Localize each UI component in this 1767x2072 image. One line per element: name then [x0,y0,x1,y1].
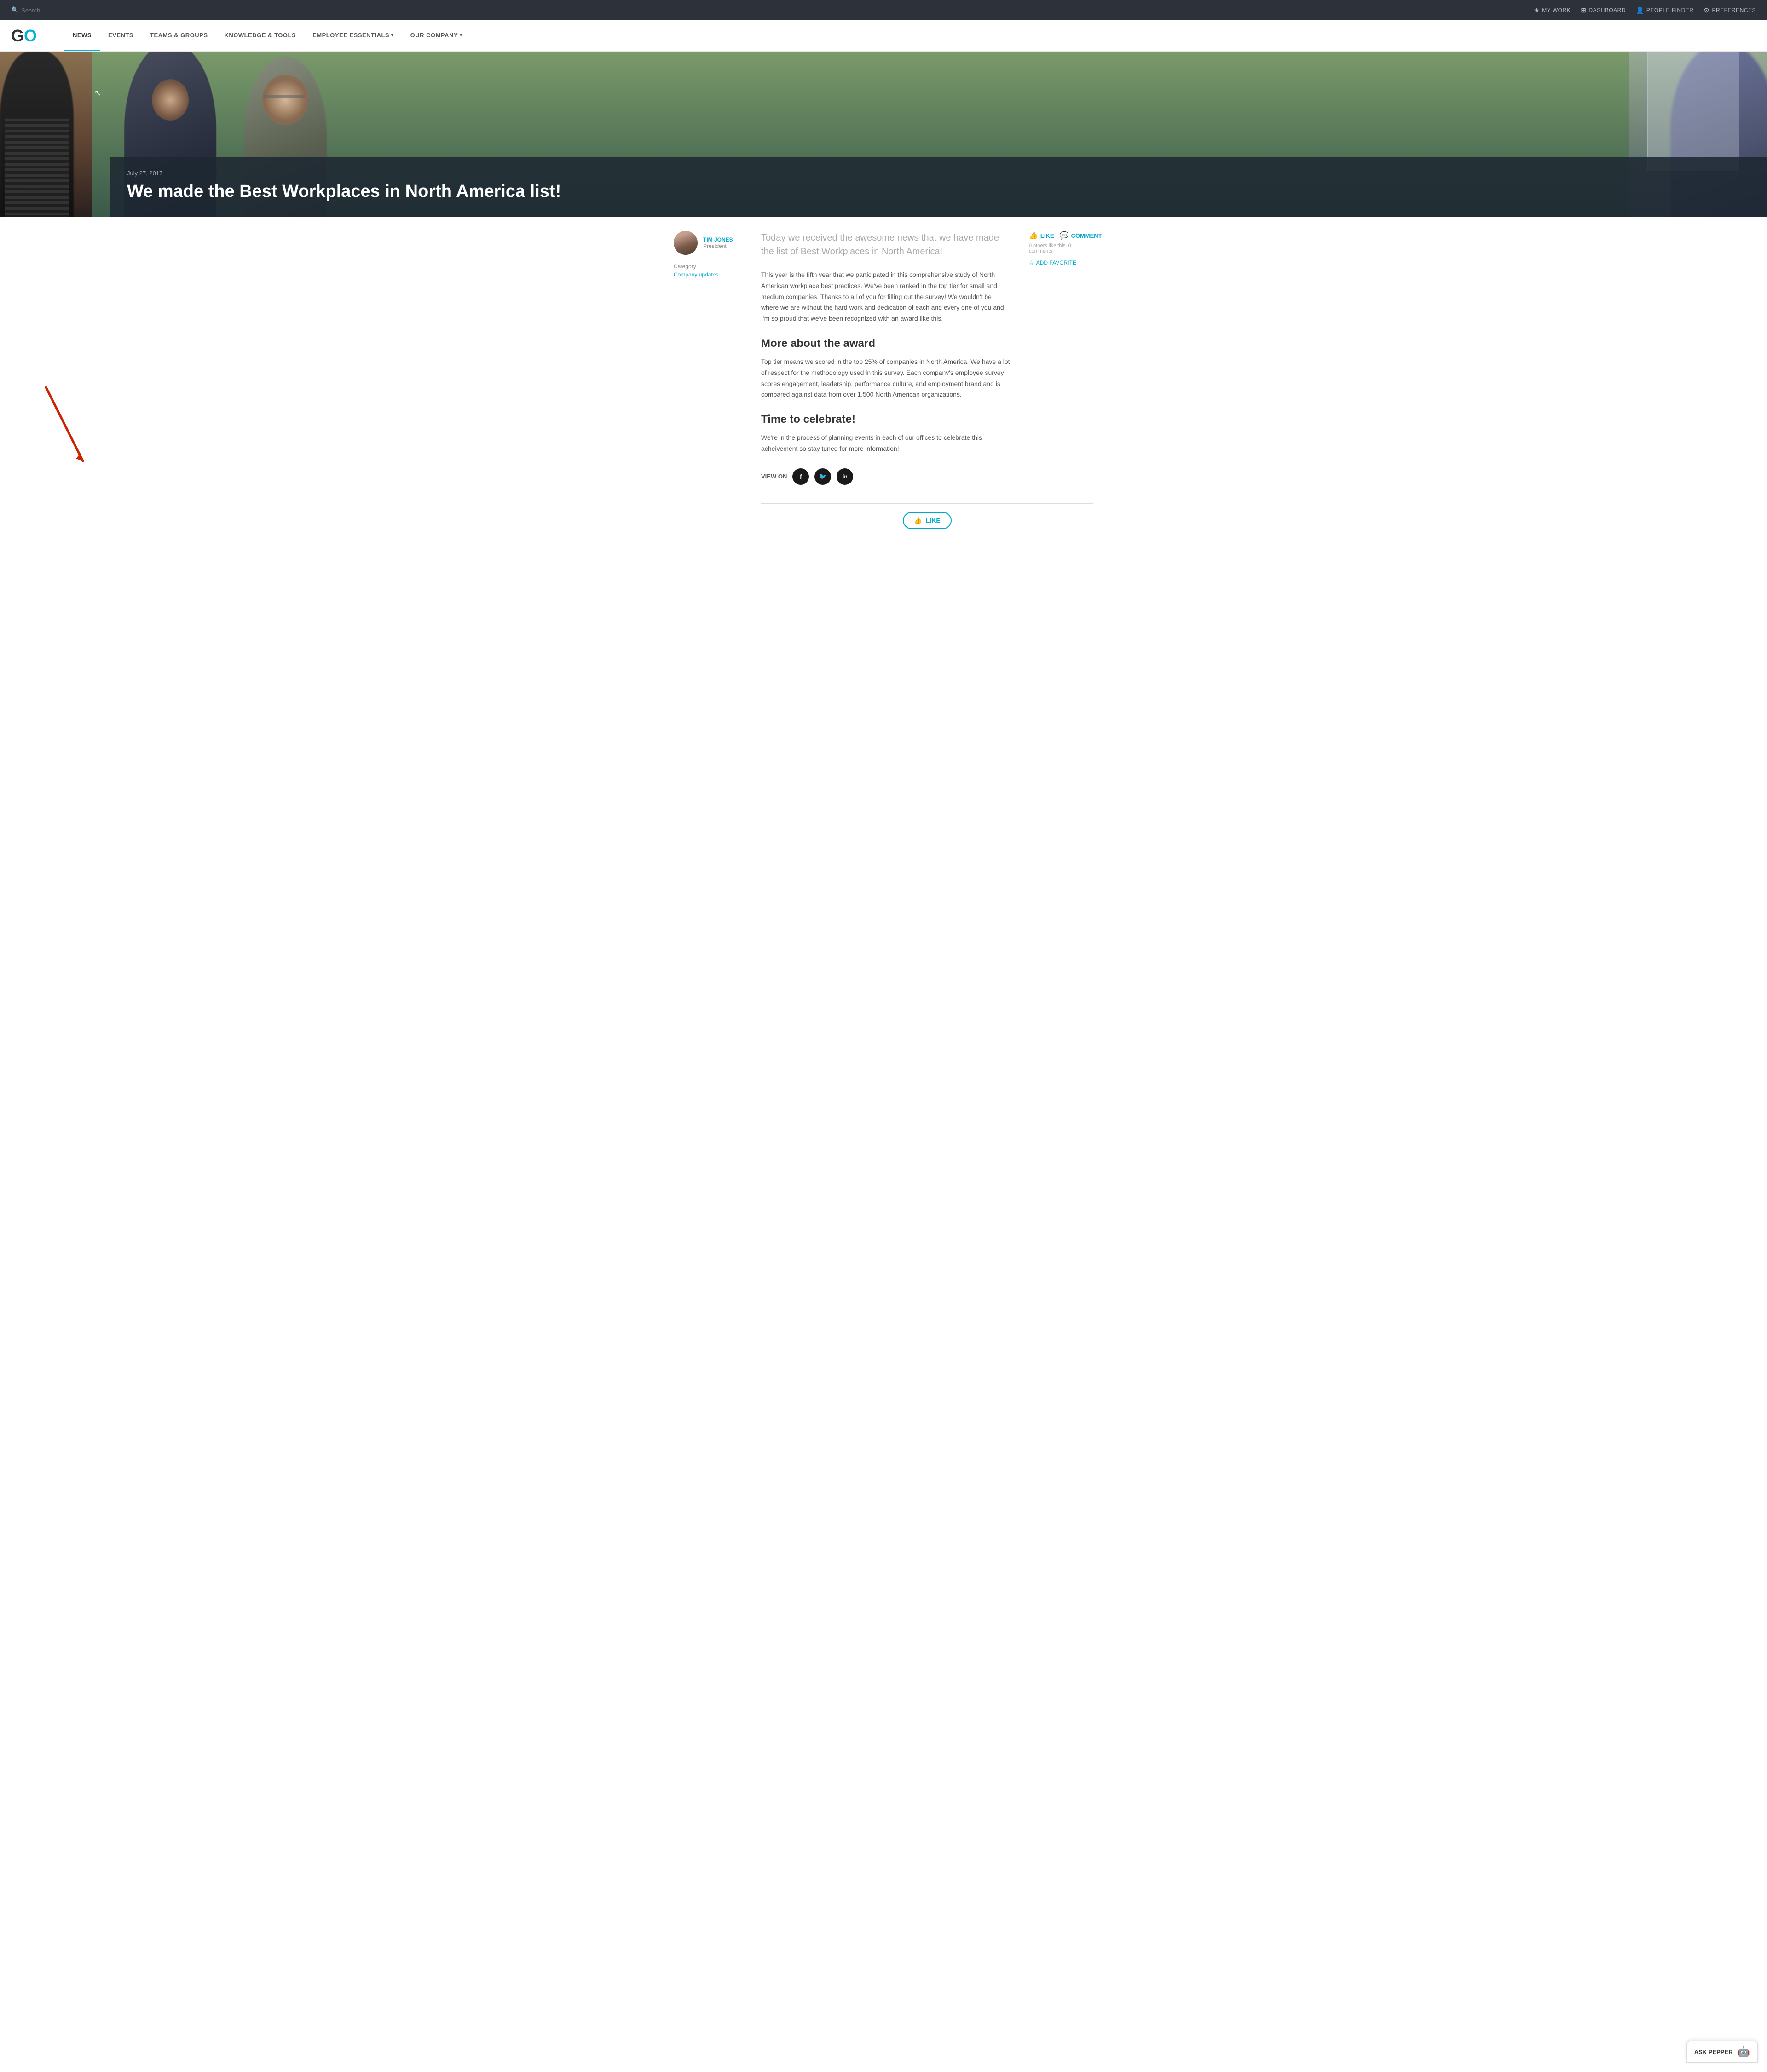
twitter-icon: 🐦 [819,473,826,480]
logo-g: G [11,26,24,46]
top-bar: 🔍 ★ MY WORK ⊞ DASHBOARD 👤 PEOPLE FINDER … [0,0,1767,20]
top-bar-right: ★ MY WORK ⊞ DASHBOARD 👤 PEOPLE FINDER ⚙ … [1534,6,1756,14]
bottom-like-label: LIKE [926,517,941,524]
add-favorite-button[interactable]: ☆ ADD FAVORITE [1029,259,1093,266]
person-icon: 👤 [1636,6,1644,14]
chevron-down-icon: ▾ [460,33,462,38]
linkedin-share-button[interactable]: in [837,468,853,485]
logo-o: O [24,26,37,46]
nav-news[interactable]: NEWS [64,20,100,51]
hero-section: ↖ July 27, 2017 We made the Best Workpla… [0,52,1767,217]
dashboard-icon: ⊞ [1581,6,1586,14]
nav-our-company[interactable]: OUR COMPANY ▾ [402,20,471,51]
nav-knowledge-tools[interactable]: KNOWLEDGE & TOOLS [216,20,305,51]
comment-button[interactable]: 💬 COMMENT [1060,231,1102,240]
nav-events[interactable]: EVENTS [100,20,142,51]
dashboard-nav[interactable]: ⊞ DASHBOARD [1581,6,1626,14]
content-wrapper: TIM JONES President Category Company upd… [663,217,1104,551]
comment-label: COMMENT [1071,232,1102,239]
author-card: TIM JONES President [674,231,747,255]
article-text-col: Today we received the awesome news that … [761,231,1011,499]
article-body2: Top tier means we scored in the top 25% … [761,357,1011,400]
nav-employee-essentials[interactable]: EMPLOYEE ESSENTIALS ▾ [304,20,402,51]
people-finder-label: PEOPLE FINDER [1646,7,1694,13]
main-navigation: NEWS EVENTS TEAMS & GROUPS KNOWLEDGE & T… [64,20,471,51]
avatar-image [674,231,698,255]
article-hero-title: We made the Best Workplaces in North Ame… [127,181,1750,202]
facebook-share-button[interactable]: f [792,468,809,485]
article-date: July 27, 2017 [127,170,1750,177]
my-work-nav[interactable]: ★ MY WORK [1534,6,1571,14]
facebook-icon: f [800,473,802,480]
category-label: Category [674,263,747,270]
star-icon: ☆ [1029,259,1034,266]
people-finder-nav[interactable]: 👤 PEOPLE FINDER [1636,6,1693,14]
article-actions: 👍 LIKE 💬 COMMENT 0 others like this. 0 c… [1029,231,1093,499]
like-button[interactable]: 👍 LIKE [1029,231,1054,240]
logo[interactable]: GO [11,26,37,46]
article-main: Today we received the awesome news that … [761,231,1093,537]
section1-title: More about the award [761,337,1011,350]
like-icon: 👍 [1029,231,1038,240]
bottom-like-button[interactable]: 👍 LIKE [903,512,951,529]
bottom-like-section: 👍 LIKE [761,503,1093,537]
nav-teams-groups[interactable]: TEAMS & GROUPS [142,20,216,51]
author-name[interactable]: TIM JONES [703,236,733,243]
star-icon: ★ [1534,6,1540,14]
sidebar: TIM JONES President Category Company upd… [674,231,747,537]
search-bar[interactable]: 🔍 [11,6,76,14]
add-favorite-label: ADD FAVORITE [1036,259,1076,266]
chevron-down-icon: ▾ [391,33,394,38]
like-label: LIKE [1040,232,1054,239]
category-link[interactable]: Company updates [674,271,747,278]
like-thumb-icon: 👍 [914,517,922,524]
search-input[interactable] [21,7,76,14]
author-avatar [674,231,698,255]
action-row: 👍 LIKE 💬 COMMENT [1029,231,1093,240]
share-label: VIEW ON [761,473,787,480]
gear-icon: ⚙ [1703,6,1709,14]
linkedin-icon: in [843,473,848,480]
pepper-robot-icon: 🤖 [1738,2046,1750,2058]
twitter-share-button[interactable]: 🐦 [814,468,831,485]
article-content-row: Today we received the awesome news that … [761,231,1093,499]
hero-overlay: July 27, 2017 We made the Best Workplace… [110,157,1767,217]
article-body3: We're in the process of planning events … [761,432,1011,455]
article-body1: This year is the fifth year that we part… [761,270,1011,324]
article-lead: Today we received the awesome news that … [761,231,1011,259]
preferences-label: PREFERENCES [1712,7,1756,13]
likes-count: 0 others like this. 0 comments. [1029,243,1093,254]
annotation-arrow [37,378,92,482]
ask-pepper-label: ASK PEPPER [1694,2049,1733,2055]
ask-pepper-widget[interactable]: ASK PEPPER 🤖 [1686,2041,1758,2063]
author-info: TIM JONES President [703,236,733,249]
main-header: GO NEWS EVENTS TEAMS & GROUPS KNOWLEDGE … [0,20,1767,52]
author-title: President [703,243,733,249]
comment-icon: 💬 [1060,231,1069,240]
my-work-label: MY WORK [1542,7,1571,13]
top-bar-left: 🔍 [11,6,76,14]
dashboard-label: DASHBOARD [1588,7,1626,13]
share-row: VIEW ON f 🐦 in [761,468,1011,485]
preferences-nav[interactable]: ⚙ PREFERENCES [1703,6,1756,14]
section2-title: Time to celebrate! [761,413,1011,426]
search-icon: 🔍 [11,6,18,14]
main-content-area: TIM JONES President Category Company upd… [0,217,1767,551]
